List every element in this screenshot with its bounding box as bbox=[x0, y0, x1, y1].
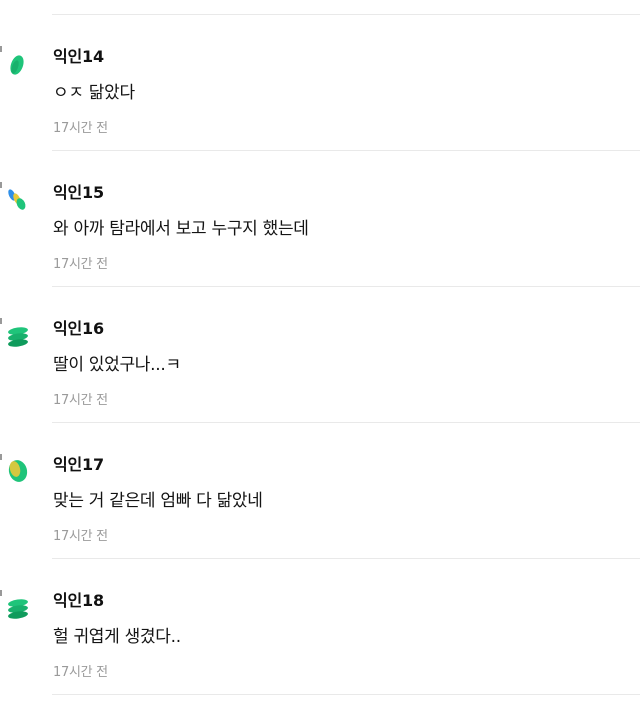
comment-item: 익인17 맞는 거 같은데 엄빠 다 닮았네 17시간 전 bbox=[0, 423, 640, 559]
comment-author: 익인18 bbox=[53, 591, 104, 610]
comment-item: 익인14 ㅇㅈ 닮았다 17시간 전 bbox=[0, 15, 640, 151]
comment-timestamp: 17시간 전 bbox=[53, 529, 108, 544]
comment-timestamp: 17시간 전 bbox=[53, 121, 108, 136]
comment-timestamp: 17시간 전 bbox=[53, 257, 108, 272]
divider bbox=[52, 694, 640, 695]
comment-text: 헐 귀엽게 생겼다.. bbox=[53, 627, 181, 647]
green-stack-avatar-icon[interactable] bbox=[0, 315, 30, 351]
comment-text: 와 아까 탐라에서 보고 누구지 했는데 bbox=[53, 219, 309, 239]
comment-text: 딸이 있었구나...ㅋ bbox=[53, 355, 181, 375]
comment-text: ㅇㅈ 닮았다 bbox=[53, 83, 135, 103]
comment-item: 익인16 딸이 있었구나...ㅋ 17시간 전 bbox=[0, 287, 640, 423]
comment-timestamp: 17시간 전 bbox=[53, 393, 108, 408]
comment-text: 맞는 거 같은데 엄빠 다 닮았네 bbox=[53, 491, 263, 511]
comment-author: 익인15 bbox=[53, 183, 104, 202]
comment-author: 익인14 bbox=[53, 47, 104, 66]
comment-item: 익인15 와 아까 탐라에서 보고 누구지 했는데 17시간 전 bbox=[0, 151, 640, 287]
blue-green-pills-avatar-icon[interactable] bbox=[0, 179, 30, 215]
green-stack-avatar-icon[interactable] bbox=[0, 587, 30, 623]
yellow-green-oval-avatar-icon[interactable] bbox=[0, 451, 30, 487]
comment-author: 익인17 bbox=[53, 455, 104, 474]
comment-item: 익인18 헐 귀엽게 생겼다.. 17시간 전 bbox=[0, 559, 640, 695]
comment-timestamp: 17시간 전 bbox=[53, 665, 108, 680]
green-oval-avatar-icon[interactable] bbox=[0, 43, 30, 79]
comment-list: 익인14 ㅇㅈ 닮았다 17시간 전 익인15 와 아까 탐라에서 보고 누구지… bbox=[0, 15, 640, 695]
comment-author: 익인16 bbox=[53, 319, 104, 338]
